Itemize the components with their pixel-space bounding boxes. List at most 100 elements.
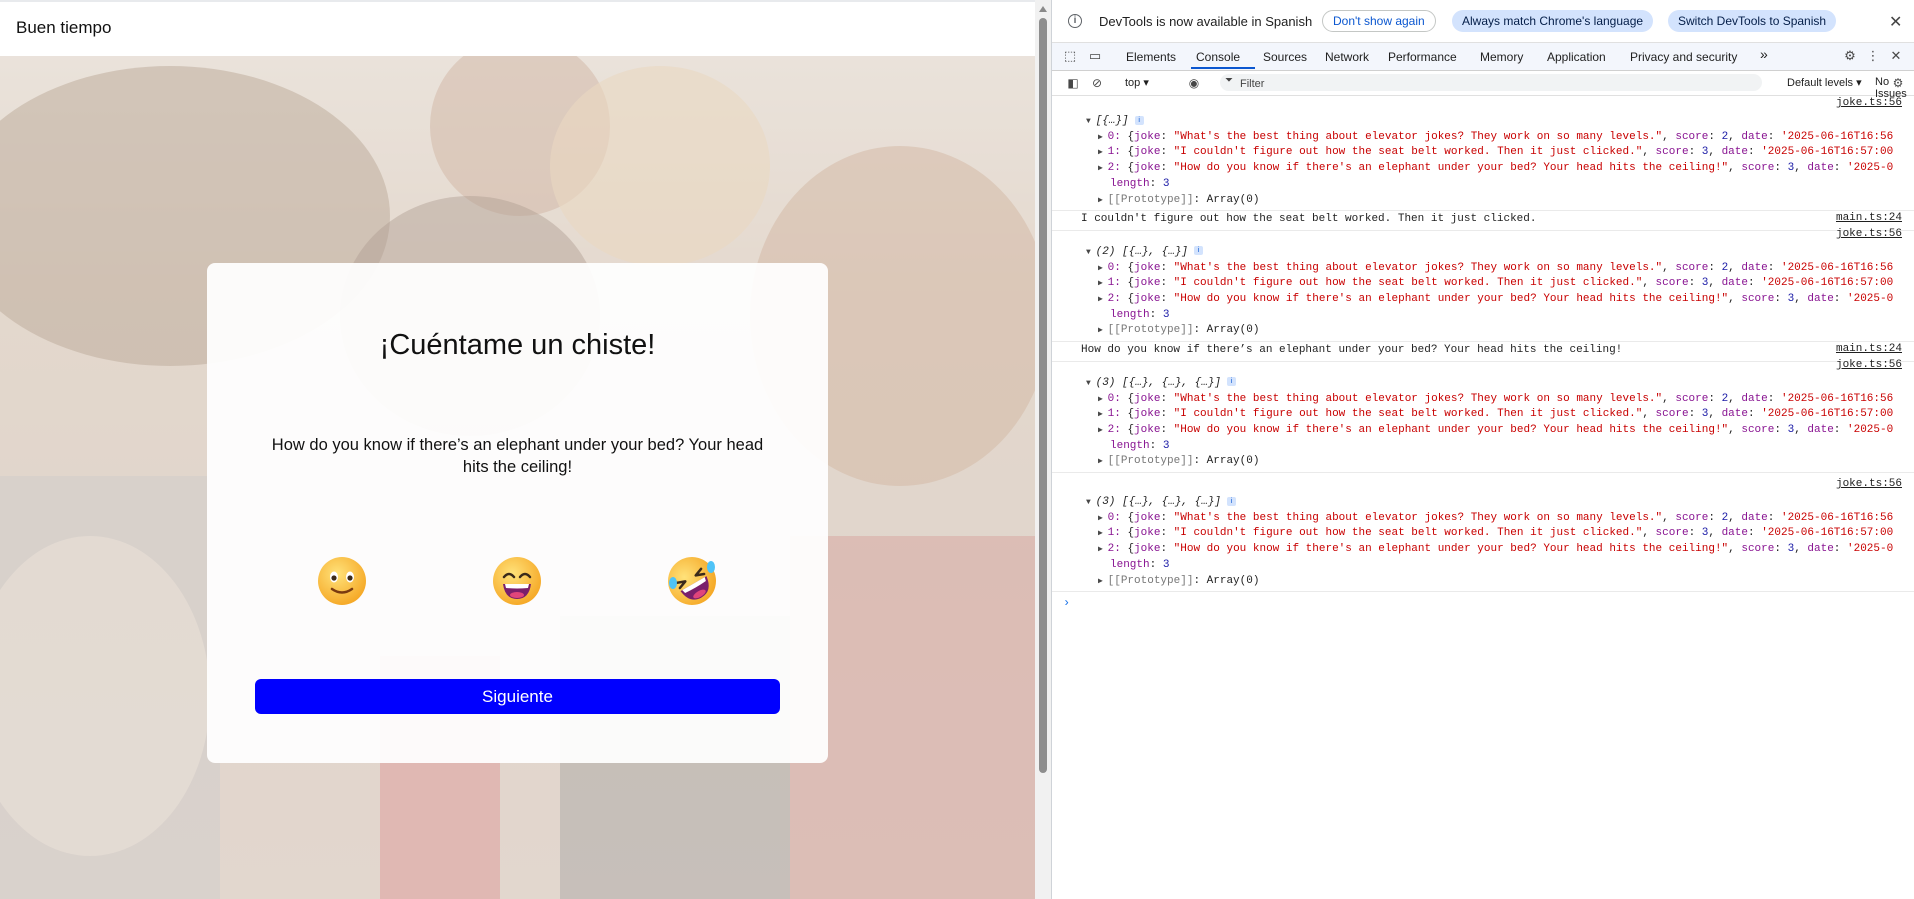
comma: , [1728, 261, 1742, 274]
tab-application[interactable]: Application [1547, 50, 1606, 64]
colon: : [1688, 277, 1702, 290]
colon: : [1833, 293, 1847, 305]
array-item-row[interactable]: ▶ 0: {joke: "What's the best thing about… [1098, 511, 1902, 526]
prop-key: date [1721, 277, 1748, 290]
context-selector[interactable]: top ▾ [1125, 76, 1149, 89]
prop-key: score [1655, 277, 1689, 290]
log-separator [1052, 341, 1914, 343]
rolling-on-the-floor-laughing-icon[interactable] [664, 553, 720, 609]
array-item-row[interactable]: ▶ 1: {joke: "I couldn't figure out how t… [1098, 526, 1902, 541]
array-item-row[interactable]: ▶ 0: {joke: "What's the best thing about… [1098, 392, 1902, 407]
prototype-row[interactable]: ▶ [[Prototype]]: Array(0) [1098, 193, 1259, 208]
array-item-row[interactable]: ▶ 2: {joke: "How do you know if there's … [1098, 423, 1902, 438]
item-index: 0: [1107, 392, 1128, 405]
prop-key: date [1741, 511, 1768, 524]
tab-network[interactable]: Network [1325, 50, 1369, 64]
colon: : [1708, 392, 1722, 405]
tab-performance[interactable]: Performance [1388, 50, 1457, 64]
array-item-row[interactable]: ▶ 0: {joke: "What's the best thing about… [1098, 130, 1902, 145]
settings-gear-icon[interactable]: ⚙ [1842, 48, 1858, 64]
array-item-row[interactable]: ▶ 2: {joke: "How do you know if there's … [1098, 161, 1902, 176]
info-icon: i [1068, 14, 1082, 28]
prop-key: joke [1134, 392, 1161, 405]
array-item-row[interactable]: ▶ 2: {joke: "How do you know if there's … [1098, 292, 1902, 307]
next-button[interactable]: Siguiente [255, 679, 780, 714]
joke-value: "What's the best thing about elevator jo… [1173, 261, 1663, 274]
more-options-icon[interactable]: ⋮ [1865, 48, 1881, 64]
comma: , [1708, 408, 1722, 421]
source-link[interactable]: main.ts:24 [1836, 212, 1902, 224]
console-settings-gear-icon[interactable]: ⚙ [1890, 75, 1906, 91]
comma: , [1662, 392, 1676, 405]
scrollbar-thumb[interactable] [1039, 18, 1047, 773]
collapse-triangle-icon: ▼ [1086, 247, 1096, 257]
colon: : [1160, 261, 1174, 274]
array-item-row[interactable]: ▶ 2: {joke: "How do you know if there's … [1098, 542, 1902, 557]
colon: : [1767, 130, 1781, 143]
colon: : [1833, 543, 1847, 556]
colon: : [1708, 130, 1722, 143]
array-group-header[interactable]: ▼ (3) [{…}, {…}, {…}] i [1086, 495, 1237, 510]
item-index: 1: [1107, 527, 1128, 540]
tab-console[interactable]: Console [1196, 50, 1240, 64]
array-item-row[interactable]: ▶ 0: {joke: "What's the best thing about… [1098, 261, 1902, 276]
comma: , [1708, 146, 1722, 159]
array-item-row[interactable]: ▶ 1: {joke: "I couldn't figure out how t… [1098, 407, 1902, 422]
colon: : [1747, 527, 1762, 540]
colon: : [1149, 308, 1163, 321]
array-group-header[interactable]: ▼ (2) [{…}, {…}] i [1086, 245, 1204, 260]
tab-sources[interactable]: Sources [1263, 50, 1307, 64]
source-link[interactable]: joke.ts:56 [1836, 478, 1902, 490]
switch-to-spanish-button[interactable]: Switch DevTools to Spanish [1668, 10, 1837, 32]
array-item-row[interactable]: ▶ 1: {joke: "I couldn't figure out how t… [1098, 145, 1902, 160]
always-match-language-button[interactable]: Always match Chrome's language [1452, 10, 1654, 32]
array-preview: (2) [{…}, {…}] [1095, 245, 1189, 258]
sidebar-toggle-icon[interactable]: ◧ [1065, 75, 1081, 91]
array-group-header[interactable]: ▼ (3) [{…}, {…}, {…}] i [1086, 376, 1237, 391]
filter-field[interactable]: ⏷ [1220, 74, 1762, 92]
source-link[interactable]: joke.ts:56 [1836, 228, 1902, 240]
prop-key: score [1675, 261, 1709, 274]
grinning-face-icon[interactable] [489, 553, 545, 609]
prototype-row[interactable]: ▶ [[Prototype]]: Array(0) [1098, 454, 1259, 469]
live-expression-eye-icon[interactable]: ◉ [1186, 75, 1202, 91]
log-separator [1052, 229, 1914, 231]
prototype-row[interactable]: ▶ [[Prototype]]: Array(0) [1098, 323, 1259, 338]
scroll-up-arrow-icon[interactable] [1039, 6, 1047, 12]
prop-key: joke [1134, 527, 1161, 540]
close-icon[interactable]: ✕ [1889, 12, 1902, 32]
device-toolbar-icon[interactable]: ▭ [1087, 48, 1103, 64]
dont-show-again-button[interactable]: Don't show again [1322, 10, 1436, 32]
item-index: 1: [1107, 146, 1128, 159]
tab-memory[interactable]: Memory [1480, 50, 1523, 64]
source-link[interactable]: joke.ts:56 [1836, 97, 1902, 109]
expand-triangle-icon: ▶ [1098, 457, 1108, 467]
length-key: length [1110, 308, 1150, 321]
array-group-header[interactable]: ▼ [{…}] i [1086, 114, 1144, 129]
prop-key: joke [1134, 130, 1161, 143]
console-prompt-chevron-icon[interactable]: › [1063, 596, 1070, 610]
source-link[interactable]: joke.ts:56 [1836, 359, 1902, 371]
comma: , [1728, 130, 1742, 143]
filter-input[interactable] [1238, 75, 1742, 92]
tab-privacy-security[interactable]: Privacy and security [1630, 50, 1737, 64]
close-devtools-icon[interactable]: ✕ [1888, 48, 1904, 64]
colon: : [1774, 543, 1788, 556]
inspect-element-icon[interactable]: ⬚ [1062, 48, 1078, 64]
prop-key: date [1741, 392, 1768, 405]
prototype-row[interactable]: ▶ [[Prototype]]: Array(0) [1098, 574, 1259, 589]
prop-key: date [1741, 130, 1768, 143]
date-value: '2025-06-16T16:57:00 [1761, 408, 1894, 421]
log-levels-dropdown[interactable]: Default levels ▾ [1787, 76, 1862, 89]
source-link[interactable]: main.ts:24 [1836, 343, 1902, 355]
tab-elements[interactable]: Elements [1126, 50, 1176, 64]
clear-console-icon[interactable]: ⊘ [1089, 75, 1105, 91]
colon: : [1747, 408, 1762, 421]
comma: , [1708, 527, 1722, 540]
array-item-row[interactable]: ▶ 1: {joke: "I couldn't figure out how t… [1098, 276, 1902, 291]
joke-value: "I couldn't figure out how the seat belt… [1173, 408, 1643, 421]
slightly-smiling-face-icon[interactable] [314, 553, 370, 609]
more-tabs-chevron-icon[interactable]: » [1760, 46, 1768, 62]
console-output: joke.ts:56 ▼ [{…}] i ▶ 0: {joke: "What's th… [1052, 96, 1914, 899]
info-badge-icon: i [1227, 496, 1237, 506]
